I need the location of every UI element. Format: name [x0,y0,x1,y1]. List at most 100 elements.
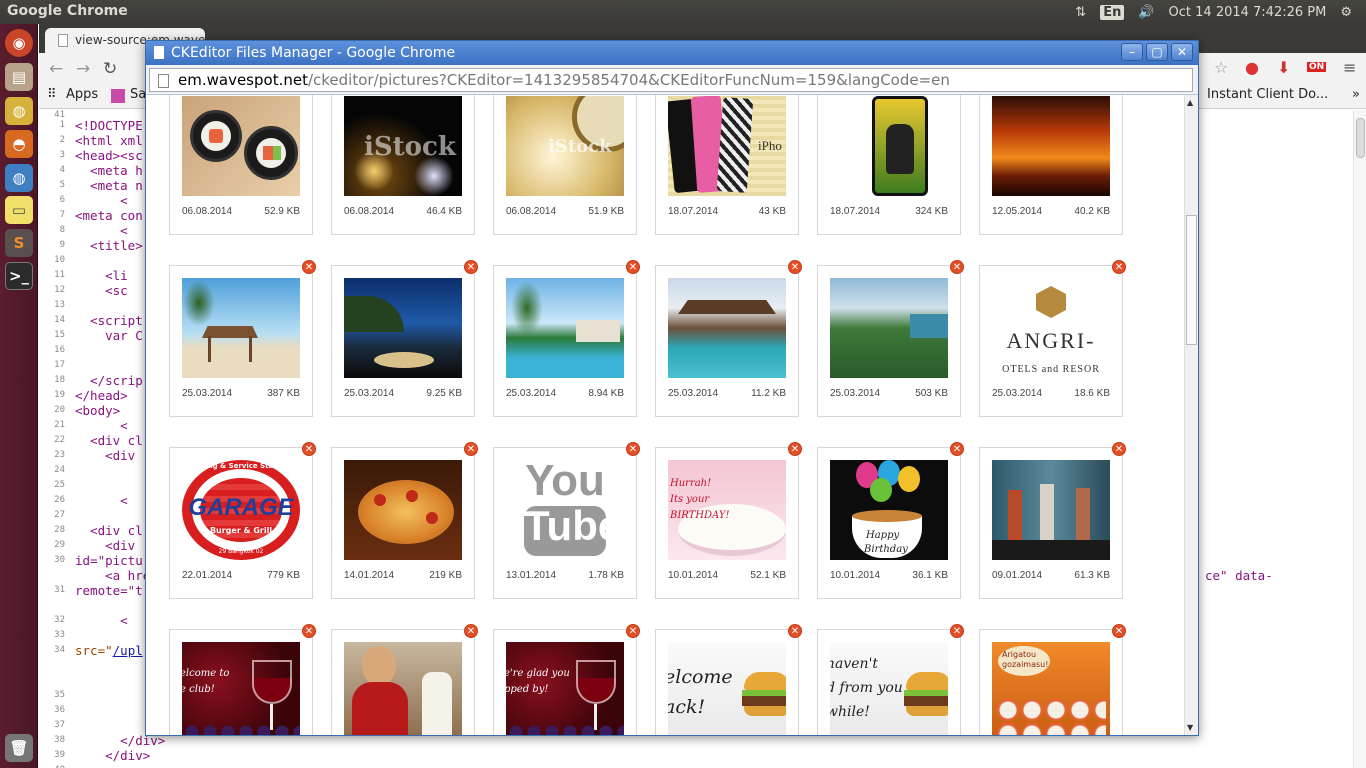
file-thumbnail-shangri-la-logo[interactable]: ANGRI- OTELS and RESOR [992,278,1110,378]
dash-home-icon[interactable]: ◉ [5,29,33,57]
file-card[interactable]: e're glad you pped by! [493,629,637,735]
file-card[interactable]: 25.03.2014 9.25 KB [331,265,475,417]
url-field[interactable]: em.wavespot.net/ckeditor/pictures?CKEdit… [149,68,1193,92]
file-card[interactable]: 25.03.2014 387 KB [169,265,313,417]
clock[interactable]: Oct 14 2014 7:42:26 PM [1169,5,1327,20]
bookmark-second[interactable]: Sa [130,87,146,102]
file-card[interactable]: You Tube 13.01.2014 1.78 KB [493,447,637,599]
file-thumbnail-beach-gazebo[interactable] [182,278,300,378]
file-card[interactable]: 25.03.2014 8.94 KB [493,265,637,417]
file-thumbnail-resort-pool-palms[interactable] [506,278,624,378]
delete-file-icon[interactable]: ✕ [464,442,478,456]
chromium-icon[interactable]: ◍ [5,164,33,192]
delete-file-icon[interactable]: ✕ [302,442,316,456]
file-thumbnail-birthday-cake[interactable]: Hurrah! Its your BIRTHDAY! [668,460,786,560]
extension-red-icon[interactable]: ● [1245,58,1259,77]
file-thumbnail-spinning-bikes[interactable] [992,460,1110,560]
file-thumbnail-sunset[interactable] [992,96,1110,196]
file-card[interactable]: iStock 06.08.2014 51.9 KB [493,95,637,235]
file-thumbnail-wine-woman[interactable] [344,642,462,735]
delete-file-icon[interactable]: ✕ [1112,624,1126,638]
file-thumbnail-sushi-arigatou[interactable]: Arigatou gozaimasu! [992,642,1110,735]
file-thumbnail-fireworks-istock[interactable]: iStock [344,96,462,196]
file-card[interactable]: haven't d from you while! [817,629,961,735]
file-card[interactable]: 25.03.2014 503 KB [817,265,961,417]
bookmark-star-icon[interactable]: ☆ [1214,58,1228,77]
delete-file-icon[interactable]: ✕ [464,260,478,274]
delete-file-icon[interactable]: ✕ [788,260,802,274]
scroll-thumb[interactable] [1186,215,1197,345]
gear-icon[interactable]: ⚙ [1340,5,1352,20]
file-thumbnail-burger-havent[interactable]: haven't d from you while! [830,642,948,735]
file-thumbnail-green-hills-sea[interactable] [830,278,948,378]
reload-icon[interactable]: ↻ [103,59,117,79]
file-card[interactable]: 14.01.2014 219 KB [331,447,475,599]
back-icon[interactable]: ← [49,59,63,79]
file-thumbnail-villa-pool[interactable] [668,278,786,378]
network-icon[interactable]: ⇅ [1075,5,1086,20]
volume-icon[interactable]: 🔊 [1138,5,1154,20]
file-card[interactable]: 12.05.2014 40.2 KB [979,95,1123,235]
bookmark-apps[interactable]: Apps [66,87,98,102]
delete-file-icon[interactable]: ✕ [788,624,802,638]
chrome-icon[interactable]: ◍ [5,97,33,125]
file-thumbnail-youtube-logo[interactable]: You Tube [506,460,624,560]
file-thumbnail-gold-clock-istock[interactable]: iStock [506,96,624,196]
menu-icon[interactable]: ≡ [1343,58,1356,77]
trash-icon[interactable]: 🗑 [5,734,33,762]
file-thumbnail-garage-logo[interactable]: Filling & Service Station GARAGE Burger & … [182,460,300,560]
source-link[interactable]: /upl [113,643,143,658]
forward-icon[interactable]: → [76,59,90,79]
file-thumbnail-wine-glad[interactable]: e're glad you pped by! [506,642,624,735]
file-card[interactable]: 25.03.2014 11.2 KB [655,265,799,417]
file-thumbnail-sushi-roll[interactable] [182,96,300,196]
bookmark-instant-client[interactable]: Instant Client Do... [1207,87,1328,102]
file-card[interactable]: 09.01.2014 61.3 KB [979,447,1123,599]
file-card[interactable]: 06.08.2014 52.9 KB [169,95,313,235]
terminal-icon[interactable]: >_ [5,262,33,290]
file-thumbnail-pizza[interactable] [344,460,462,560]
sticky-notes-icon[interactable]: ▭ [5,196,33,224]
keyboard-layout-indicator[interactable]: En [1100,4,1125,20]
delete-file-icon[interactable]: ✕ [950,260,964,274]
file-card[interactable]: iStock 06.08.2014 46.4 KB [331,95,475,235]
minimize-button[interactable]: – [1121,43,1143,61]
delete-file-icon[interactable]: ✕ [302,624,316,638]
maximize-button[interactable]: ▢ [1146,43,1168,61]
file-thumbnail-phone-case-kids[interactable] [830,96,948,196]
file-thumbnail-burger-welcome[interactable]: elcome ack! [668,642,786,735]
file-thumbnail-phone-cases[interactable]: iPho [668,96,786,196]
file-card[interactable]: Happy Birthday 10.01.2014 36.1 KB [817,447,961,599]
popup-title-bar[interactable]: CKEditor Files Manager - Google Chrome –… [146,41,1198,65]
file-card[interactable]: iPho 18.07.2014 43 KB [655,95,799,235]
file-thumbnail-wine-welcome[interactable]: elcome to e club! [182,642,300,735]
files-icon[interactable]: ▤ [5,63,33,91]
close-button[interactable]: ✕ [1171,43,1193,61]
delete-file-icon[interactable]: ✕ [950,442,964,456]
delete-file-icon[interactable]: ✕ [626,624,640,638]
delete-file-icon[interactable]: ✕ [1112,260,1126,274]
delete-file-icon[interactable]: ✕ [626,442,640,456]
bookmarks-overflow-icon[interactable]: » [1352,87,1360,102]
delete-file-icon[interactable]: ✕ [950,624,964,638]
scroll-down-icon[interactable]: ▼ [1187,723,1193,732]
file-card[interactable]: Filling & Service Station GARAGE Burger & … [169,447,313,599]
file-card[interactable]: ANGRI- OTELS and RESOR 25.03.2014 18.6 KB [979,265,1123,417]
delete-file-icon[interactable]: ✕ [626,260,640,274]
file-card[interactable]: elcome to e club! [169,629,313,735]
file-card[interactable]: Arigatou gozaimasu! [979,629,1123,735]
popup-scrollbar[interactable]: ▲ ▼ [1184,95,1198,735]
file-thumbnail-sea-dinner[interactable] [344,278,462,378]
file-card[interactable]: 18.07.2014 324 KB [817,95,961,235]
delete-file-icon[interactable]: ✕ [788,442,802,456]
source-scrollbar[interactable] [1353,110,1366,768]
delete-file-icon[interactable]: ✕ [464,624,478,638]
sublime-text-icon[interactable]: S [5,229,33,257]
file-card[interactable]: elcome ack! [655,629,799,735]
scroll-up-icon[interactable]: ▲ [1187,98,1193,107]
extension-download-icon[interactable]: ⬇ [1277,58,1290,77]
extension-on-badge[interactable]: ON [1307,62,1327,72]
firefox-icon[interactable]: ◓ [5,130,33,158]
file-card[interactable]: Hurrah! Its your BIRTHDAY! 10.01.2014 52.1 K… [655,447,799,599]
file-card[interactable] [331,629,475,735]
